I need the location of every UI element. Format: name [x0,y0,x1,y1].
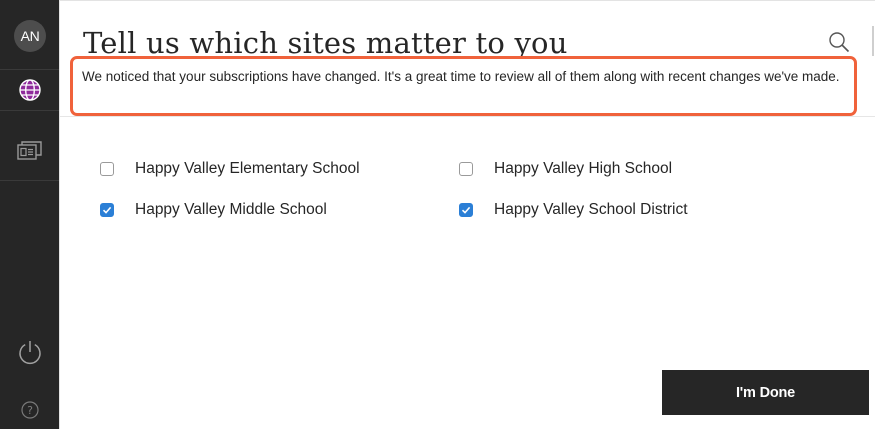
help-icon: ? [20,401,39,419]
power-icon [18,341,41,365]
notice-text: We noticed that your subscriptions have … [82,69,840,84]
search-icon [829,32,850,53]
checkbox[interactable] [459,203,473,217]
site-label: Happy Valley Middle School [135,201,327,218]
site-option-elementary[interactable]: Happy Valley Elementary School [100,160,360,178]
news-nav-button[interactable] [0,138,59,164]
rail-divider [0,180,59,181]
checkmark-icon [102,206,112,214]
site-label: Happy Valley High School [494,160,673,177]
svg-text:?: ? [27,404,33,417]
rail-divider [0,69,59,70]
checkbox[interactable] [100,162,114,176]
sites-nav-button[interactable] [0,73,59,107]
site-option-high-school[interactable]: Happy Valley High School [459,160,672,178]
site-label: Happy Valley Elementary School [135,160,360,177]
search-button[interactable] [828,31,850,58]
site-label: Happy Valley School District [494,201,688,218]
page-title: Tell us which sites matter to you [83,26,568,60]
avatar[interactable]: AN [14,20,46,52]
rail-divider [0,110,59,111]
site-option-district[interactable]: Happy Valley School District [459,201,688,219]
checkmark-icon [461,206,471,214]
checkbox[interactable] [100,203,114,217]
subscription-notice: We noticed that your subscriptions have … [70,56,857,116]
header-edge-bar [872,26,874,56]
site-option-middle-school[interactable]: Happy Valley Middle School [100,201,327,219]
frame-left-border [59,0,60,429]
globe-icon [18,79,41,101]
news-feed-icon [16,141,42,160]
done-button[interactable]: I'm Done [662,370,869,415]
left-nav-rail: AN ? [0,0,59,429]
sign-out-button[interactable] [0,338,59,366]
checkbox[interactable] [459,162,473,176]
header-divider [60,116,875,117]
help-button[interactable]: ? [0,400,59,420]
frame-top-border [59,0,875,1]
